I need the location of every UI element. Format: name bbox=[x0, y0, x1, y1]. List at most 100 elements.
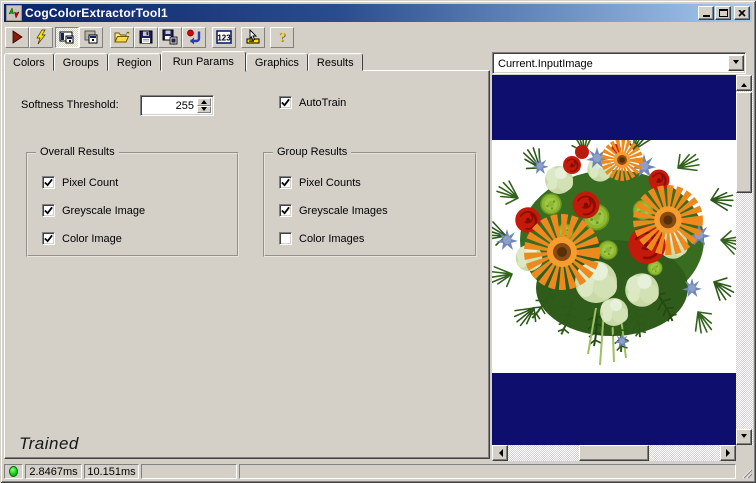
greyscale-images-checkbox[interactable] bbox=[279, 204, 292, 217]
input-image-display[interactable] bbox=[492, 75, 736, 445]
trained-state-label: Trained bbox=[19, 434, 79, 454]
softness-threshold-input[interactable]: 255 bbox=[141, 96, 197, 115]
status-empty-panel bbox=[141, 464, 237, 479]
show-values-button[interactable]: 123 bbox=[212, 27, 236, 48]
check-icon bbox=[44, 206, 53, 215]
question-mark-icon: ? ? bbox=[274, 29, 290, 45]
tab-label: Colors bbox=[13, 57, 45, 69]
autotrain-label[interactable]: AutoTrain bbox=[299, 97, 346, 109]
overall-results-groupbox: Overall Results Pixel Count Greyscale Im… bbox=[26, 152, 239, 257]
show-tool-window-button[interactable] bbox=[55, 27, 79, 48]
run-params-panel: Softness Threshold: 255 AutoTrain Overal… bbox=[4, 70, 490, 459]
reset-button[interactable] bbox=[182, 27, 206, 48]
help-button[interactable]: ? ? bbox=[270, 27, 294, 48]
status-message-panel bbox=[239, 464, 736, 479]
color-images-label[interactable]: Color Images bbox=[299, 233, 364, 245]
status-led-panel bbox=[4, 464, 23, 479]
scroll-down-button[interactable] bbox=[736, 429, 752, 445]
pixel-count-row[interactable]: Pixel Count bbox=[42, 176, 118, 189]
color-images-checkbox[interactable] bbox=[279, 232, 292, 245]
tab-colors[interactable]: Colors bbox=[4, 53, 54, 71]
up-arrow-icon bbox=[741, 80, 747, 87]
cascade-window-icon bbox=[83, 29, 99, 45]
check-icon bbox=[281, 206, 290, 215]
vertical-scrollbar[interactable] bbox=[736, 75, 753, 445]
toolbar: 123 ? ? bbox=[5, 26, 294, 48]
scroll-up-button[interactable] bbox=[736, 75, 752, 91]
electrode-button[interactable] bbox=[241, 27, 265, 48]
pixel-count-label[interactable]: Pixel Count bbox=[62, 177, 118, 189]
tab-label: Graphics bbox=[255, 57, 299, 69]
minimize-icon bbox=[703, 15, 710, 17]
run-time-panel: 2.8467ms bbox=[25, 464, 82, 479]
tab-graphics[interactable]: Graphics bbox=[246, 53, 308, 71]
tab-region[interactable]: Region bbox=[108, 53, 161, 71]
right-arrow-icon bbox=[726, 449, 734, 457]
status-led-icon bbox=[9, 466, 18, 477]
greyscale-image-row[interactable]: Greyscale Image bbox=[42, 204, 145, 217]
greyscale-image-label[interactable]: Greyscale Image bbox=[62, 205, 145, 217]
color-image-label[interactable]: Color Image bbox=[62, 233, 122, 245]
autotrain-checkbox-row[interactable]: AutoTrain bbox=[279, 96, 346, 109]
spinner-buttons bbox=[197, 96, 213, 115]
horizontal-scrollbar[interactable] bbox=[492, 445, 736, 461]
minimize-button[interactable] bbox=[698, 6, 714, 20]
greyscale-image-checkbox[interactable] bbox=[42, 204, 55, 217]
check-icon bbox=[281, 98, 290, 107]
tab-results[interactable]: Results bbox=[308, 53, 363, 71]
save-as-button[interactable] bbox=[158, 27, 182, 48]
pixel-counts-row[interactable]: Pixel Counts bbox=[279, 176, 361, 189]
horizontal-scroll-thumb[interactable] bbox=[579, 445, 649, 461]
total-time-value: 10.151ms bbox=[87, 466, 135, 478]
color-image-row[interactable]: Color Image bbox=[42, 232, 122, 245]
play-icon bbox=[9, 29, 25, 45]
reset-arrow-icon bbox=[186, 29, 202, 45]
close-button[interactable] bbox=[734, 6, 750, 20]
app-window: CogColorExtractorTool1 bbox=[0, 0, 756, 483]
save-button[interactable] bbox=[134, 27, 158, 48]
group-results-groupbox: Group Results Pixel Counts Greyscale Ima… bbox=[263, 152, 477, 257]
vertical-scroll-thumb[interactable] bbox=[736, 92, 752, 193]
float-tool-window-button[interactable] bbox=[79, 27, 103, 48]
image-white-background bbox=[492, 140, 736, 373]
resize-grip[interactable] bbox=[739, 466, 752, 479]
lightning-icon bbox=[33, 29, 49, 45]
record-selector-combobox[interactable]: Current.InputImage bbox=[492, 52, 746, 74]
color-image-checkbox[interactable] bbox=[42, 232, 55, 245]
color-images-row[interactable]: Color Images bbox=[279, 232, 364, 245]
maximize-icon bbox=[719, 9, 728, 17]
tab-groups[interactable]: Groups bbox=[54, 53, 108, 71]
spin-up-button[interactable] bbox=[197, 98, 211, 106]
down-arrow-icon bbox=[201, 107, 207, 114]
run-button[interactable] bbox=[5, 27, 29, 48]
pixel-counts-checkbox[interactable] bbox=[279, 176, 292, 189]
check-icon bbox=[281, 178, 290, 187]
softness-threshold-spinner[interactable]: 255 bbox=[140, 95, 214, 116]
tab-label: Region bbox=[117, 57, 152, 69]
app-icon bbox=[6, 5, 22, 21]
pixel-counts-label[interactable]: Pixel Counts bbox=[299, 177, 361, 189]
scroll-right-button[interactable] bbox=[720, 445, 736, 461]
greyscale-images-row[interactable]: Greyscale Images bbox=[279, 204, 388, 217]
tab-run-params[interactable]: Run Params bbox=[161, 51, 246, 72]
tool-window-icon bbox=[59, 29, 75, 45]
check-icon bbox=[44, 178, 53, 187]
floppy-export-icon bbox=[162, 29, 178, 45]
pixel-count-checkbox[interactable] bbox=[42, 176, 55, 189]
flower-bouquet-image bbox=[492, 140, 736, 373]
tab-strip: Colors Groups Region Run Params Graphics… bbox=[4, 51, 363, 72]
spin-down-button[interactable] bbox=[197, 106, 211, 114]
maximize-button[interactable] bbox=[715, 6, 731, 20]
greyscale-images-label[interactable]: Greyscale Images bbox=[299, 205, 388, 217]
open-file-button[interactable] bbox=[110, 27, 134, 48]
record-selector-value[interactable]: Current.InputImage bbox=[493, 57, 728, 70]
train-button[interactable] bbox=[29, 27, 53, 48]
tab-label: Groups bbox=[63, 57, 99, 69]
scroll-left-button[interactable] bbox=[492, 445, 508, 461]
svg-text:?: ? bbox=[279, 30, 286, 45]
titlebar[interactable]: CogColorExtractorTool1 bbox=[4, 4, 752, 22]
open-folder-icon bbox=[114, 29, 130, 45]
combobox-drop-button[interactable] bbox=[728, 55, 744, 71]
image-display-panel bbox=[492, 75, 753, 461]
autotrain-checkbox[interactable] bbox=[279, 96, 292, 109]
